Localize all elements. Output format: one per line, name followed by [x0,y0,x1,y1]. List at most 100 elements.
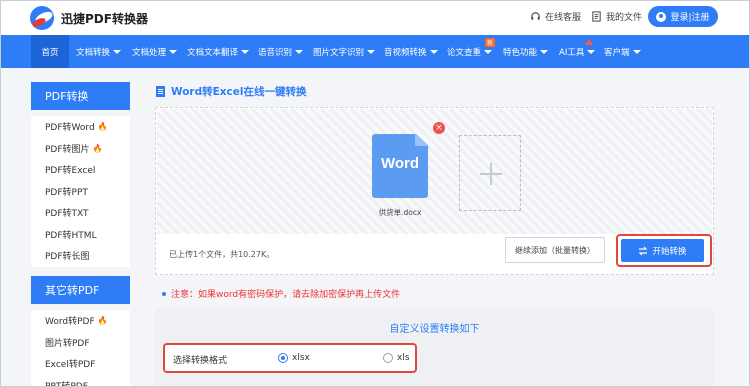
sidebar-group-to-pdf: 其它转PDF [31,276,130,304]
nav-speech[interactable]: 语音识别 [258,35,304,68]
sidebar-item-label: PDF转Excel [45,166,96,177]
nav-ocr-label: 图片文字识别 [313,47,365,58]
sidebar-item-label: Excel转PDF [45,360,96,371]
sidebar-item-label: PDF转图片 [45,144,90,155]
caret-down-icon [484,49,493,54]
continue-add-button[interactable]: 继续添加（批量转换） [505,237,605,263]
sidebar-item-excel-to-pdf[interactable]: Excel转PDF [31,353,130,375]
sidebar-item-pdf-to-excel[interactable]: PDF转Excel [31,159,130,181]
sidebar-item-label: PDF转长图 [45,252,90,263]
upload-panel: Word × 供货单.docx 已上传1个文件，共10.27K。 继续添加（批量… [155,107,714,275]
nav-av-convert-label: 音视频转换 [384,47,427,58]
nav-doc-process-label: 文档处理 [132,47,167,58]
nav-speech-label: 语音识别 [258,47,293,58]
sidebar-item-pdf-to-word[interactable]: PDF转Word 🔥 [31,116,130,138]
nav-av-convert[interactable]: 音视频转换 [384,35,438,68]
nav-features-label: 特色功能 [503,47,538,58]
settings-title: 自定义设置转换如下 [389,324,480,335]
start-convert-button[interactable]: 开始转换 [621,239,704,262]
nav-ai-tools-label: AI工具 [559,47,585,58]
sidebar-item-label: 图片转PDF [45,338,90,349]
main-nav: 首页 文档转换 文档处理 文档文本翻译 语音识别 图片文字识别 音视频转换 论文… [0,35,750,68]
sidebar-item-pdf-to-image[interactable]: PDF转图片 🔥 [31,138,130,160]
sidebar-item-pdf-to-html[interactable]: PDF转HTML [31,224,130,246]
sidebar-item-label: PDF转Word [45,123,95,134]
sidebar-item-pdf-to-long-image[interactable]: PDF转长图 [31,245,130,267]
app-logo[interactable] [30,6,54,30]
radio-selected-icon [278,353,288,363]
nav-doc-convert-label: 文档转换 [76,47,111,58]
convert-icon [639,246,648,255]
format-option-label: xlsx [292,353,310,363]
document-icon [156,86,165,97]
sidebar-item-image-to-pdf[interactable]: 图片转PDF [31,332,130,354]
bullet-icon [162,291,166,296]
format-selector: 选择转换格式 xlsx xls [163,343,417,373]
customer-service-link[interactable]: 在线客服 [530,10,581,23]
sidebar-item-word-to-pdf[interactable]: Word转PDF 🔥 [31,310,130,332]
remove-file-icon[interactable]: × [433,122,445,134]
nav-ocr[interactable]: 图片文字识别 [313,35,376,68]
nav-doc-process[interactable]: 文档处理 [132,35,178,68]
caret-down-icon [632,49,641,54]
caret-down-icon [241,49,250,54]
section-title: Word转Excel在线一键转换 [156,84,307,99]
sidebar-list-to-pdf: Word转PDF 🔥 图片转PDF Excel转PDF PPT转PDF [31,310,130,387]
format-option-label: xls [397,353,410,363]
nav-client[interactable]: 客户端 [604,35,641,68]
nav-plagiarism-label: 论文查重 [447,47,482,58]
section-title-text: Word转Excel在线一键转换 [171,86,307,98]
drop-zone[interactable]: Word × 供货单.docx [157,109,712,234]
nav-home-label: 首页 [41,47,59,58]
nav-translate[interactable]: 文档文本翻译 [187,35,250,68]
new-badge: 新 [485,38,496,47]
fire-icon: 🔥 [97,122,108,132]
caret-down-icon [367,49,376,54]
caret-down-icon [540,49,549,54]
fire-icon: 🔥 [97,316,108,326]
caret-down-icon [295,49,304,54]
headset-icon [531,12,540,20]
caret-down-icon [429,49,438,54]
sidebar-item-label: PDF转PPT [45,187,88,198]
file-name: 供货单.docx [378,208,422,217]
top-header: 迅捷PDF转换器 在线客服 我的文件 登录|注册 [0,0,750,35]
nav-home[interactable]: 首页 [31,35,69,68]
sidebar-item-pdf-to-txt[interactable]: PDF转TXT [31,202,130,224]
radio-unselected-icon [383,353,393,363]
my-files-label: 我的文件 [606,13,643,23]
caret-down-icon [113,49,122,54]
nav-features[interactable]: 特色功能 [503,35,549,68]
notice-text: 注意：如果word有密码保护，请去除加密保护再上传文件 [171,290,401,300]
hot-marker-icon [585,39,593,45]
sidebar-item-label: PDF转TXT [45,209,89,220]
sidebar-item-label: PPT转PDF [45,381,88,387]
sidebar-item-label: Word转PDF [45,317,95,328]
sidebar-item-label: PDF转HTML [45,230,97,241]
sidebar-item-ppt-to-pdf[interactable]: PPT转PDF [31,375,130,387]
sidebar-list-pdf-convert: PDF转Word 🔥 PDF转图片 🔥 PDF转Excel PDF转PPT PDF转… [31,116,130,267]
format-label: 选择转换格式 [173,356,228,366]
nav-doc-convert[interactable]: 文档转换 [76,35,122,68]
my-files-link[interactable]: 我的文件 [591,10,642,23]
format-option-xlsx[interactable]: xlsx [278,353,310,363]
password-notice: 注意：如果word有密码保护，请去除加密保护再上传文件 [162,287,400,300]
format-option-xls[interactable]: xls [383,353,410,363]
sidebar-item-pdf-to-ppt[interactable]: PDF转PPT [31,181,130,203]
add-file-button[interactable] [459,135,521,211]
customer-service-label: 在线客服 [545,13,582,23]
sidebar-group-pdf-convert: PDF转换 [31,82,130,110]
settings-panel: 自定义设置转换如下 选择转换格式 xlsx xls [155,309,714,387]
login-register-button[interactable]: 登录|注册 [648,6,718,27]
word-file-icon-label: Word [380,155,420,172]
upload-status: 已上传1个文件，共10.27K。 [169,250,275,259]
login-label: 登录|注册 [670,13,710,23]
caret-down-icon [169,49,178,54]
file-icon [592,11,601,22]
caret-down-icon [587,49,596,54]
start-convert-label: 开始转换 [652,246,687,257]
brand-name[interactable]: 迅捷PDF转换器 [61,10,148,27]
user-icon [656,11,667,22]
fire-icon: 🔥 [92,143,103,153]
nav-client-label: 客户端 [604,47,630,58]
